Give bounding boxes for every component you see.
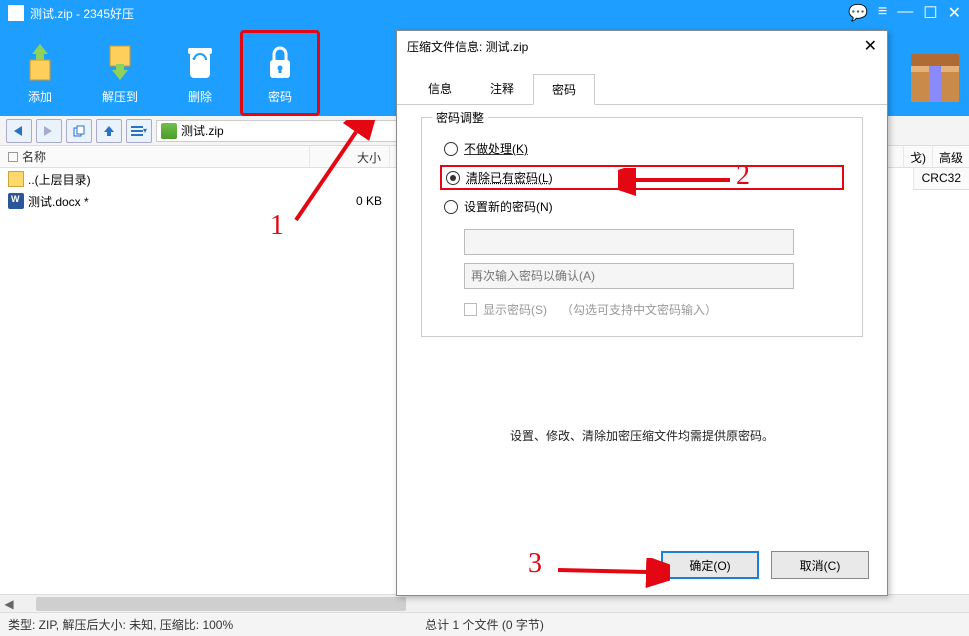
file-info-dialog: 压缩文件信息: 测试.zip ✕ 信息 注释 密码 密码调整 不做处理(K) 清… bbox=[396, 30, 888, 596]
list-button[interactable]: ▾ bbox=[126, 119, 152, 143]
window-title: 测试.zip - 2345好压 bbox=[30, 5, 848, 22]
chat-icon[interactable]: 💬 bbox=[848, 3, 868, 23]
add-icon bbox=[20, 42, 60, 82]
window-titlebar: 测试.zip - 2345好压 💬 ≡ — ☐ ✕ bbox=[0, 0, 969, 26]
annotation-3: 3 bbox=[528, 548, 542, 580]
forward-button[interactable] bbox=[36, 119, 62, 143]
annotation-2: 2 bbox=[736, 160, 750, 192]
password-confirm-field[interactable] bbox=[464, 263, 794, 289]
folder-icon bbox=[8, 171, 24, 187]
scroll-left-icon[interactable]: ◀ bbox=[0, 595, 18, 613]
tab-info[interactable]: 信息 bbox=[409, 73, 471, 104]
annotation-arrow-2 bbox=[618, 168, 738, 198]
up-button[interactable] bbox=[96, 119, 122, 143]
delete-button[interactable]: 删除 bbox=[160, 30, 240, 116]
ok-button[interactable]: 确定(O) bbox=[661, 551, 759, 579]
zip-icon bbox=[161, 123, 177, 139]
annotation-arrow-1 bbox=[286, 120, 396, 230]
status-left: 类型: ZIP, 解压后大小: 未知, 压缩比: 100% bbox=[8, 616, 233, 633]
back-button[interactable] bbox=[6, 119, 32, 143]
minimize-icon[interactable]: — bbox=[897, 3, 913, 23]
annotation-arrow-3 bbox=[550, 558, 670, 588]
status-bar: 类型: ZIP, 解压后大小: 未知, 压缩比: 100% 总计 1 个文件 (… bbox=[0, 612, 969, 636]
group-legend: 密码调整 bbox=[432, 109, 488, 126]
dialog-title: 压缩文件信息: 测试.zip bbox=[407, 38, 864, 55]
close-app-icon[interactable]: ✕ bbox=[948, 3, 961, 23]
show-password-checkbox[interactable]: 显示密码(S) （勾选可支持中文密码输入） bbox=[464, 301, 844, 318]
col-ext2[interactable]: 高级 bbox=[932, 146, 969, 168]
close-icon[interactable]: ✕ bbox=[864, 36, 877, 56]
docx-icon bbox=[8, 193, 24, 209]
status-center: 总计 1 个文件 (0 字节) bbox=[425, 616, 544, 633]
tab-strip: 信息 注释 密码 bbox=[397, 73, 887, 105]
menu-icon[interactable]: ≡ bbox=[878, 3, 887, 23]
tab-password[interactable]: 密码 bbox=[533, 74, 595, 105]
address-text: 测试.zip bbox=[181, 122, 224, 139]
add-button[interactable]: 添加 bbox=[0, 30, 80, 116]
maximize-icon[interactable]: ☐ bbox=[923, 3, 937, 23]
copy-button[interactable] bbox=[66, 119, 92, 143]
app-icon bbox=[8, 5, 24, 21]
annotation-1: 1 bbox=[270, 210, 284, 242]
password-field[interactable] bbox=[464, 229, 794, 255]
trash-icon bbox=[180, 42, 220, 82]
col-name[interactable]: 名称 bbox=[0, 146, 310, 167]
cancel-button[interactable]: 取消(C) bbox=[771, 551, 869, 579]
radio-icon bbox=[444, 200, 458, 214]
password-button[interactable]: 密码 bbox=[240, 30, 320, 116]
col-ext1[interactable]: 戈) bbox=[903, 146, 932, 168]
tab-comment[interactable]: 注释 bbox=[471, 73, 533, 104]
scroll-thumb[interactable] bbox=[36, 597, 406, 611]
archive-icon bbox=[905, 48, 965, 108]
extract-icon bbox=[100, 42, 140, 82]
radio-set[interactable]: 设置新的密码(N) bbox=[440, 196, 844, 217]
radio-none[interactable]: 不做处理(K) bbox=[440, 138, 844, 159]
radio-icon bbox=[446, 171, 460, 185]
checkbox-icon bbox=[464, 303, 477, 316]
col-crc[interactable]: CRC32 bbox=[913, 168, 969, 190]
extract-button[interactable]: 解压到 bbox=[80, 30, 160, 116]
dialog-note: 设置、修改、清除加密压缩文件均需提供原密码。 bbox=[397, 427, 887, 444]
horizontal-scrollbar[interactable]: ◀ bbox=[0, 594, 969, 612]
dialog-titlebar: 压缩文件信息: 测试.zip ✕ bbox=[397, 31, 887, 61]
password-group: 密码调整 不做处理(K) 清除已有密码(L) 设置新的密码(N) 显示密码(S)… bbox=[421, 117, 863, 337]
radio-icon bbox=[444, 142, 458, 156]
lock-icon bbox=[260, 42, 300, 82]
